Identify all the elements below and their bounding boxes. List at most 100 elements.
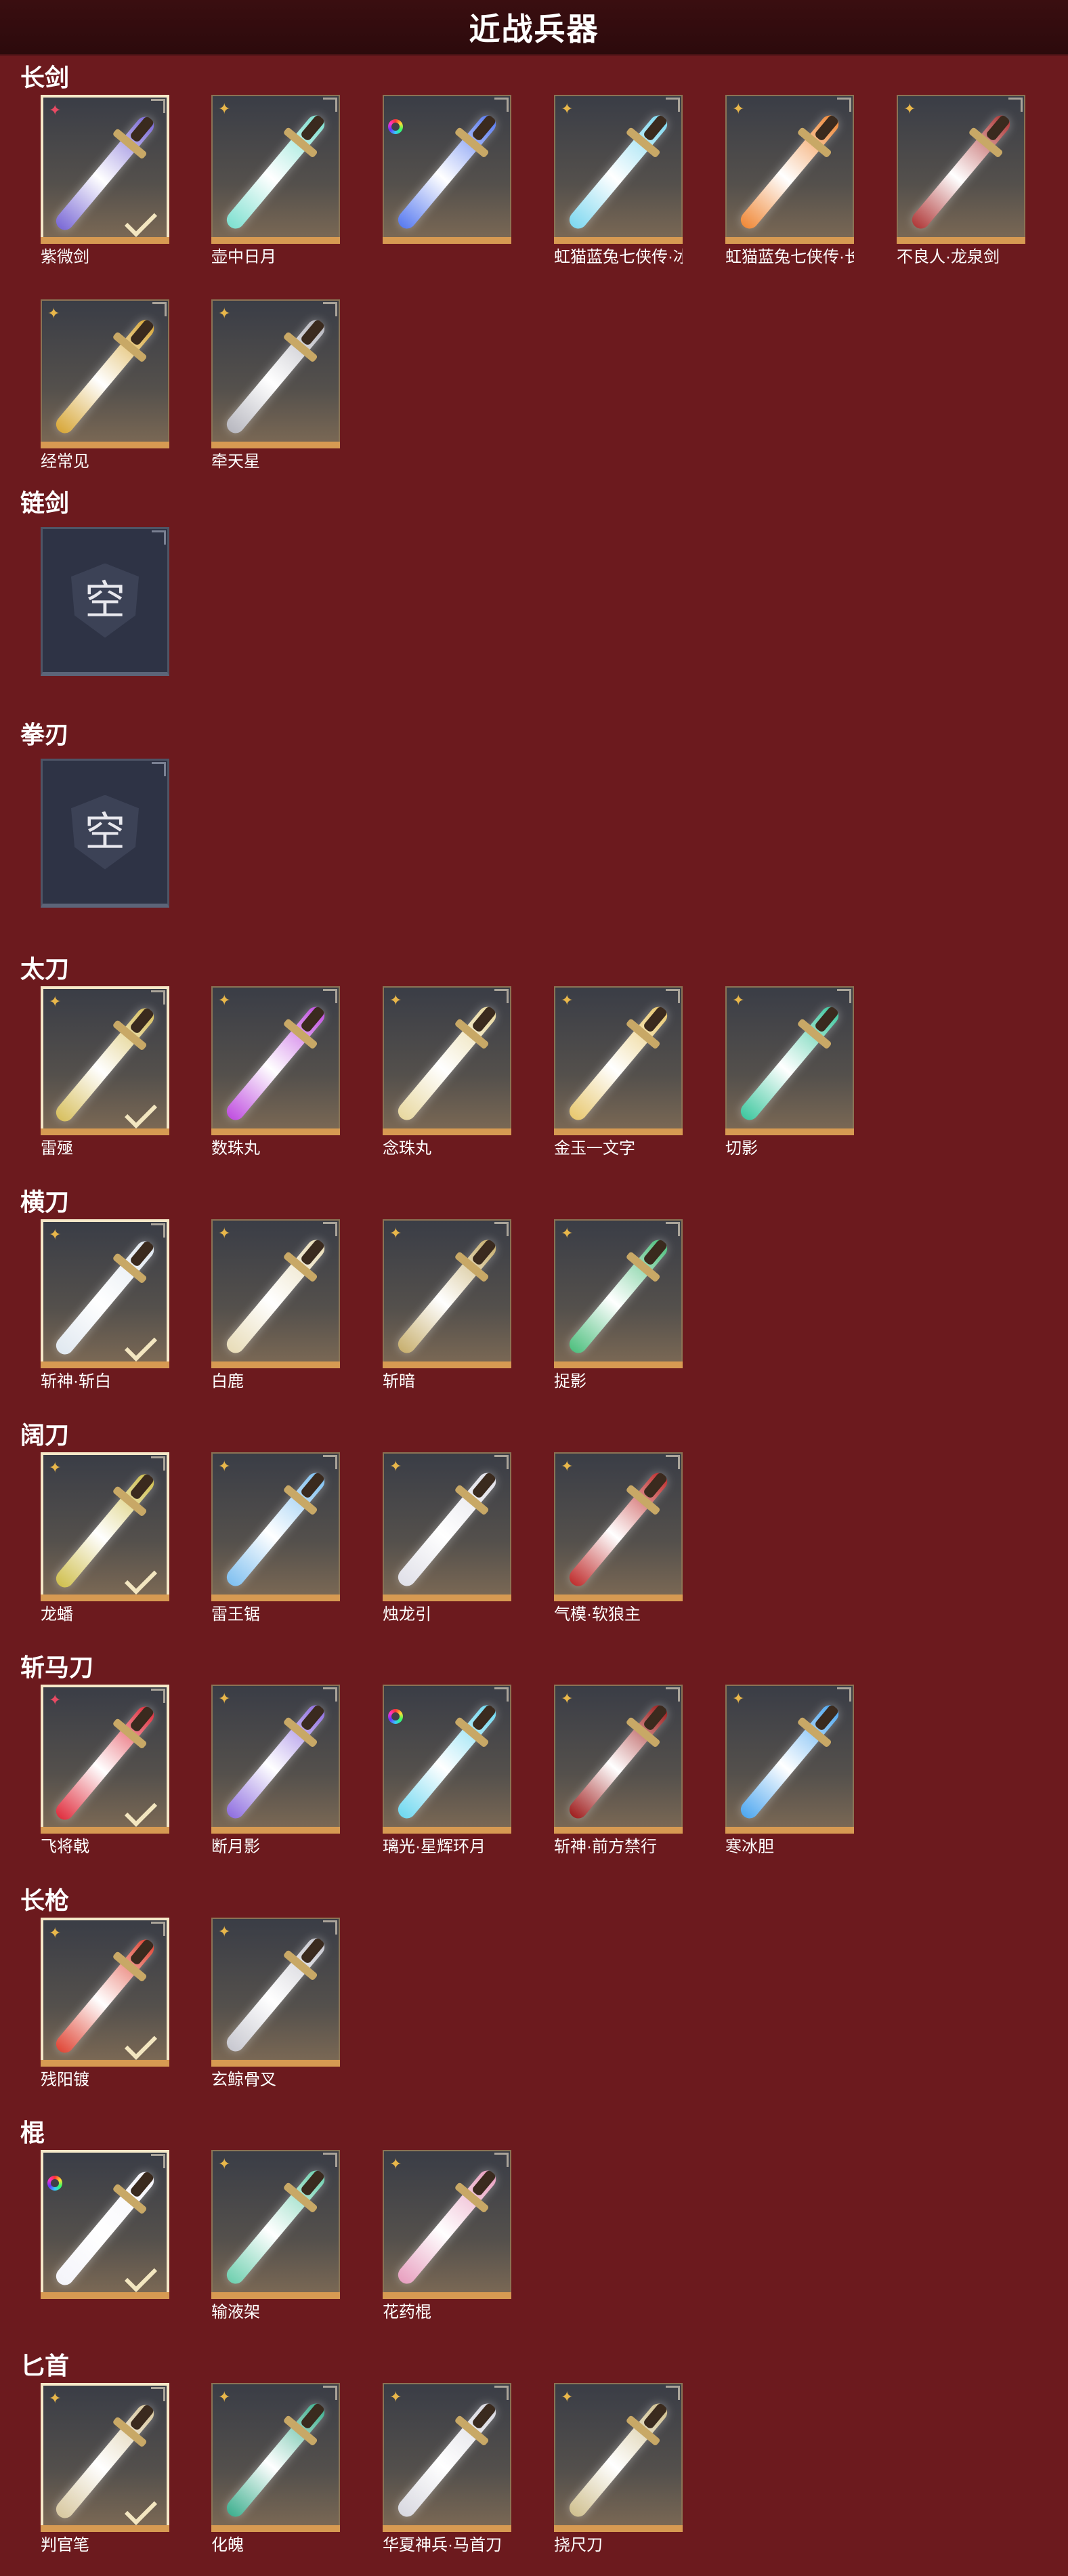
weapon-card[interactable]: ✦ 切影	[725, 986, 854, 1158]
weapon-slot[interactable]: ✦	[383, 1219, 511, 1368]
weapon-slot[interactable]: ✦	[554, 1219, 683, 1368]
weapon-card[interactable]: ✦ 华夏神兵·马首刀	[383, 2383, 511, 2555]
weapon-slot[interactable]: ✦	[383, 2150, 511, 2299]
weapon-card[interactable]: ✦ 经常见	[41, 299, 169, 471]
weapon-slot[interactable]: ✦	[41, 986, 169, 1135]
weapon-card[interactable]	[41, 2150, 169, 2303]
weapon-card[interactable]: ✦ 断月影	[211, 1685, 340, 1857]
weapon-slot[interactable]: ✦	[211, 986, 340, 1135]
weapon-slot[interactable]: ✦	[211, 2150, 340, 2299]
corner-mark	[151, 2154, 165, 2168]
rainbow-ring-icon	[388, 1709, 403, 1724]
section-label: 横刀	[20, 1188, 70, 1216]
weapon-card[interactable]: ✦ 判官笔	[41, 2383, 169, 2555]
weapon-card[interactable]: ✦ 紫微剑	[41, 95, 169, 267]
weapon-card[interactable]: ✦ 烛龙引	[383, 1452, 511, 1624]
weapon-slot[interactable]: ✦	[554, 986, 683, 1135]
weapon-card[interactable]: ✦ 虹猫蓝兔七侠传·冰魄剑	[554, 95, 683, 267]
weapon-slot[interactable]: ✦	[383, 1452, 511, 1601]
weapon-name: 判官笔	[41, 2536, 89, 2554]
weapon-slot[interactable]: ✦	[211, 1219, 340, 1368]
weapon-slot[interactable]: ✦	[41, 1219, 169, 1368]
weapon-slot[interactable]: ✦	[211, 1685, 340, 1834]
corner-mark	[494, 2386, 509, 2400]
weapon-slot[interactable]	[383, 95, 511, 244]
section-label: 长枪	[20, 1886, 70, 1914]
weapon-card[interactable]: ✦ 壶中日月	[211, 95, 340, 267]
weapon-card[interactable]: ✦ 挠尺刀	[554, 2383, 683, 2555]
corner-mark	[323, 1455, 337, 1469]
weapon-card[interactable]: ✦ 玄鲸骨叉	[211, 1918, 340, 2090]
weapon-card[interactable]: ✦ 牵天星	[211, 299, 340, 471]
weapon-slot[interactable]: ✦	[41, 95, 169, 244]
weapon-slot[interactable]	[383, 1685, 511, 1834]
corner-mark	[323, 1687, 337, 1702]
weapon-card[interactable]: ✦ 雷王锯	[211, 1452, 340, 1624]
empty-slot[interactable]: 空	[41, 527, 169, 676]
corner-mark	[323, 989, 337, 1003]
weapon-icon	[223, 2400, 328, 2520]
weapon-card[interactable]	[383, 95, 511, 248]
corner-mark	[837, 989, 851, 1003]
weapon-slot[interactable]: ✦	[554, 1452, 683, 1601]
section-label: 棍	[20, 2119, 45, 2147]
weapon-card[interactable]: ✦ 残阳镀	[41, 1918, 169, 2090]
corner-mark	[323, 1222, 337, 1236]
weapon-icon	[565, 1469, 671, 1590]
weapon-slot[interactable]: ✦	[211, 1918, 340, 2067]
weapon-icon	[223, 1469, 328, 1590]
weapon-card[interactable]: ✦ 念珠丸	[383, 986, 511, 1158]
weapon-card[interactable]: ✦ 化魄	[211, 2383, 340, 2555]
weapon-icon	[223, 1702, 328, 1822]
weapon-card[interactable]: ✦ 寒冰胆	[725, 1685, 854, 1857]
weapon-card[interactable]: ✦ 白鹿	[211, 1219, 340, 1391]
weapon-name: 牵天星	[211, 452, 260, 471]
weapon-name: 壶中日月	[211, 248, 276, 266]
rarity-star-icon: ✦	[218, 100, 231, 117]
weapon-name: 烛龙引	[383, 1605, 431, 1624]
weapon-slot[interactable]: ✦	[383, 986, 511, 1135]
weapon-card[interactable]: 璃光·星辉环月	[383, 1685, 511, 1857]
weapon-card[interactable]: ✦ 捉影	[554, 1219, 683, 1391]
empty-slot-label: 空	[85, 577, 125, 623]
rarity-star-icon: ✦	[218, 992, 231, 1009]
weapon-slot[interactable]: ✦	[383, 2383, 511, 2532]
weapon-slot[interactable]: ✦	[554, 2383, 683, 2532]
weapon-slot[interactable]: ✦	[554, 95, 683, 244]
weapon-slot[interactable]: ✦	[41, 1685, 169, 1834]
weapon-card[interactable]: ✦ 斩神·前方禁行	[554, 1685, 683, 1857]
weapon-slot[interactable]: ✦	[41, 2383, 169, 2532]
weapon-card[interactable]: ✦ 输液架	[211, 2150, 340, 2322]
corner-mark	[151, 2387, 165, 2401]
corner-mark	[837, 1687, 851, 1702]
weapon-name: 龙蟠	[41, 1605, 73, 1624]
weapon-slot[interactable]: ✦	[41, 299, 169, 448]
empty-slot[interactable]: 空	[41, 759, 169, 908]
weapon-slot[interactable]: ✦	[41, 1452, 169, 1601]
weapon-card[interactable]: ✦ 雷殛	[41, 986, 169, 1158]
weapon-slot[interactable]: ✦	[211, 2383, 340, 2532]
weapon-card[interactable]: ✦ 斩神·斩白	[41, 1219, 169, 1391]
weapon-slot[interactable]: ✦	[41, 1918, 169, 2067]
weapon-card[interactable]: ✦ 金玉一文字	[554, 986, 683, 1158]
weapon-card[interactable]: ✦ 气模·软狼主	[554, 1452, 683, 1624]
weapon-slot[interactable]: ✦	[897, 95, 1025, 244]
weapon-icon	[737, 112, 842, 232]
weapon-card[interactable]: ✦ 龙蟠	[41, 1452, 169, 1624]
weapon-slot[interactable]: ✦	[211, 299, 340, 448]
weapon-name: 经常见	[41, 452, 89, 471]
weapon-slot[interactable]: ✦	[725, 95, 854, 244]
weapon-card[interactable]: ✦ 不良人·龙泉剑	[897, 95, 1025, 267]
weapon-card[interactable]: ✦ 花药棍	[383, 2150, 511, 2322]
weapon-card[interactable]: ✦ 虹猫蓝兔七侠传·长虹剑	[725, 95, 854, 267]
weapon-slot[interactable]	[41, 2150, 169, 2299]
weapon-card[interactable]: ✦ 数珠丸	[211, 986, 340, 1158]
weapon-slot[interactable]: ✦	[211, 1452, 340, 1601]
weapon-slot[interactable]: ✦	[725, 986, 854, 1135]
weapon-slot[interactable]: ✦	[725, 1685, 854, 1834]
corner-mark	[494, 2153, 509, 2167]
weapon-slot[interactable]: ✦	[554, 1685, 683, 1834]
weapon-card[interactable]: ✦ 斩暗	[383, 1219, 511, 1391]
weapon-card[interactable]: ✦ 飞将戟	[41, 1685, 169, 1857]
weapon-slot[interactable]: ✦	[211, 95, 340, 244]
